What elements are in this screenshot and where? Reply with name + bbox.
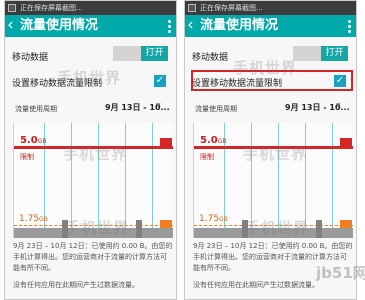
app-bar: ‹ 流量使用情况	[5, 15, 176, 37]
phone-screen-left: 正在保存屏幕截图... ‹ 流量使用情况 移动数据 打开 设置移动数据流量限制 …	[4, 0, 177, 300]
set-limit-checkbox[interactable]: ✓	[154, 75, 166, 87]
mobile-data-label: 移动数据	[12, 53, 49, 63]
screenshot-icon	[8, 4, 16, 12]
status-text: 正在保存屏幕截图...	[200, 4, 263, 12]
limit-tag: 限制	[20, 153, 34, 161]
mobile-data-label: 移动数据	[192, 53, 229, 63]
overflow-menu-icon[interactable]	[348, 20, 351, 33]
screenshot-icon	[188, 4, 196, 12]
set-limit-checkbox[interactable]: ✓	[334, 75, 346, 87]
cycle-label: 流量使用周期	[195, 105, 237, 113]
chart-gridline	[332, 123, 333, 238]
site-watermark: jb51网	[316, 264, 365, 282]
chevron-down-icon[interactable]: ▾	[156, 101, 161, 111]
limit-drag-handle[interactable]	[340, 138, 352, 148]
back-arrow-icon[interactable]: ‹	[7, 16, 14, 34]
usage-summary: 9月 23日 – 10月 12日：已使用约 0.00 B。由您的手机计算得出。您…	[13, 242, 173, 272]
watermark: 手机世界	[243, 145, 308, 163]
warning-value: 1.75GB	[199, 214, 228, 224]
overflow-menu-icon[interactable]	[168, 20, 171, 33]
status-bar: 正在保存屏幕截图...	[5, 1, 176, 15]
watermark: 手机世界	[65, 219, 130, 237]
status-text: 正在保存屏幕截图...	[20, 4, 83, 12]
limit-drag-handle[interactable]	[160, 138, 172, 148]
status-bar: 正在保存屏幕截图...	[185, 1, 356, 15]
app-bar: ‹ 流量使用情况	[185, 15, 356, 37]
mobile-data-toggle[interactable]: 打开	[113, 46, 168, 61]
watermark: 手机世界	[63, 145, 128, 163]
toggle-on-label: 打开	[141, 46, 168, 61]
chevron-down-icon[interactable]: ▾	[336, 101, 341, 111]
back-arrow-icon[interactable]: ‹	[187, 16, 194, 34]
page-title: 流量使用情况	[20, 18, 99, 33]
chart-gridline	[152, 123, 153, 238]
warning-value: 1.75GB	[19, 214, 48, 224]
page-title: 流量使用情况	[200, 18, 279, 33]
mobile-data-toggle[interactable]: 打开	[293, 46, 348, 61]
watermark: 手机世界	[57, 69, 122, 87]
cycle-label: 流量使用周期	[15, 105, 57, 113]
limit-value: 5.0GB	[20, 135, 47, 146]
phone-screen-right: 正在保存屏幕截图... ‹ 流量使用情况 移动数据 打开 设置移动数据流量限制 …	[184, 0, 357, 300]
watermark: 手机世界	[245, 219, 310, 237]
no-app-usage-text: 没有任何应用在此期间产生过数据流量。	[13, 281, 139, 289]
no-app-usage-text: 没有任何应用在此期间产生过数据流量。	[193, 281, 319, 289]
cycle-end-handle[interactable]	[316, 220, 322, 238]
watermark: 手机世界	[233, 59, 298, 77]
toggle-on-label: 打开	[321, 46, 348, 61]
cycle-end-handle[interactable]	[136, 220, 142, 238]
limit-tag: 限制	[200, 153, 214, 161]
limit-value: 5.0GB	[200, 135, 227, 146]
